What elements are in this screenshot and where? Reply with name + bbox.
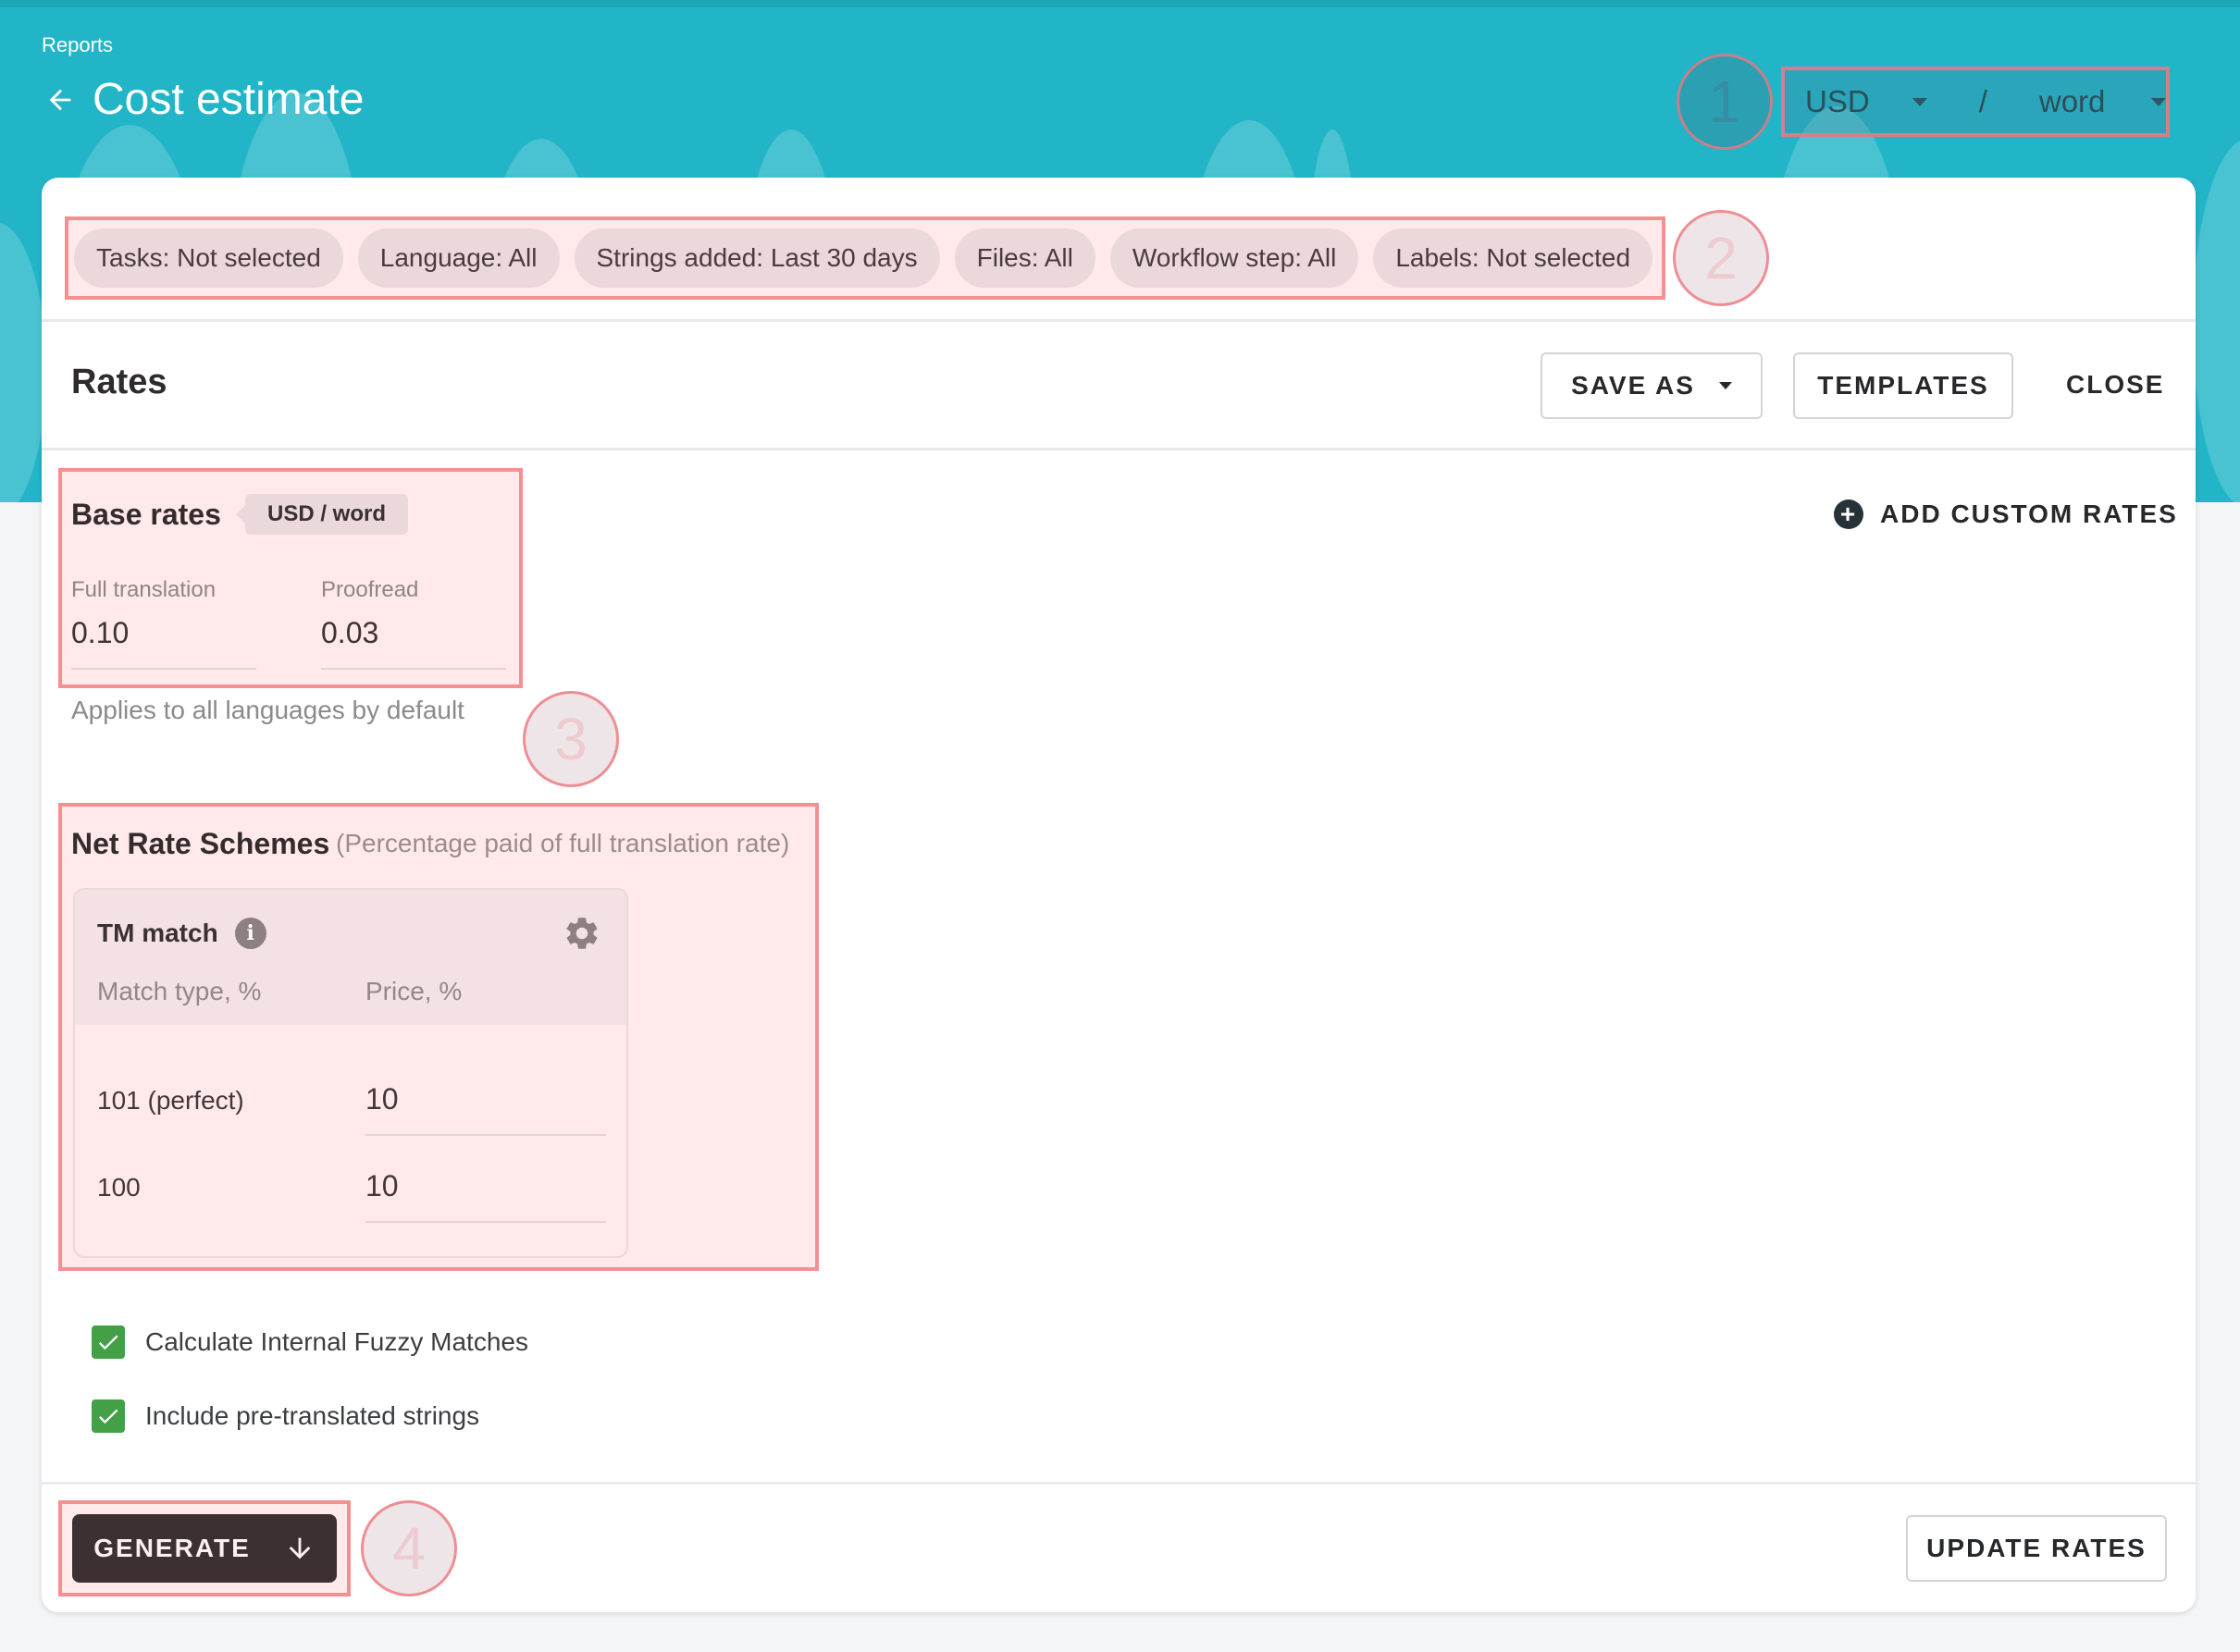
footer-divider	[42, 1482, 2196, 1485]
annotation-marker-4: 4	[361, 1500, 457, 1597]
filter-chip-language[interactable]: Language: All	[357, 228, 560, 288]
tm-match-card: TM match i Match type, % Price, % 101 (p…	[73, 888, 628, 1258]
price-input[interactable]: 10	[365, 1169, 399, 1203]
unit-select[interactable]: word	[2039, 84, 2167, 119]
full-translation-label: Full translation	[71, 577, 217, 602]
base-rates-unit-tag: USD / word	[235, 494, 409, 535]
save-as-label: SAVE AS	[1571, 371, 1695, 400]
generate-button[interactable]: GENERATE	[72, 1514, 337, 1583]
option-include-pre-translated[interactable]: Include pre-translated strings	[92, 1399, 479, 1433]
proofread-underline	[321, 668, 506, 670]
option-label: Include pre-translated strings	[145, 1401, 480, 1430]
col-header-match-type: Match type, %	[97, 977, 262, 1005]
checkbox-checked-icon[interactable]	[92, 1325, 125, 1359]
page-title: Cost estimate	[44, 74, 364, 125]
price-underline	[365, 1221, 606, 1223]
tm-match-title: TM match i	[97, 918, 266, 949]
divider	[42, 448, 2196, 450]
unit-separator: /	[1978, 84, 1987, 118]
filter-chip-workflow-step[interactable]: Workflow step: All	[1109, 228, 1359, 288]
net-rate-schemes-section: Net Rate Schemes (Percentage paid of ful…	[58, 803, 819, 1271]
close-button[interactable]: CLOSE	[2066, 370, 2164, 400]
option-internal-fuzzy-matches[interactable]: Calculate Internal Fuzzy Matches	[92, 1325, 528, 1359]
currency-value: USD	[1805, 84, 1870, 118]
tm-match-title-text: TM match	[97, 918, 218, 947]
filter-chip-tasks[interactable]: Tasks: Not selected	[74, 228, 343, 288]
option-label: Calculate Internal Fuzzy Matches	[145, 1327, 528, 1356]
filter-bar: Tasks: Not selected Language: All String…	[65, 216, 1665, 300]
annotation-marker-2: 2	[1673, 210, 1769, 306]
col-header-price: Price, %	[365, 977, 463, 1005]
arrow-down-icon	[289, 1537, 311, 1560]
annotation-marker-3: 3	[523, 691, 619, 787]
chevron-down-icon	[2151, 97, 2167, 106]
net-rate-subtitle: (Percentage paid of full translation rat…	[336, 829, 790, 857]
bg-wave	[2193, 139, 2240, 502]
base-rates-section: Base rates USD / word Full translation 0…	[58, 468, 523, 688]
filter-chip-strings-added[interactable]: Strings added: Last 30 days	[574, 228, 940, 288]
add-custom-rates-button[interactable]: + ADD CUSTOM RATES	[1834, 499, 2178, 529]
proofread-input[interactable]: 0.03	[321, 616, 378, 650]
price-underline	[365, 1134, 606, 1136]
base-rates-title: Base rates	[71, 498, 221, 531]
header-topline	[0, 0, 2240, 7]
bg-wave	[0, 222, 46, 502]
rates-title: Rates	[71, 363, 167, 401]
generate-label: GENERATE	[93, 1534, 251, 1562]
add-custom-rates-label: ADD CUSTOM RATES	[1880, 499, 2178, 528]
update-rates-button[interactable]: UPDATE RATES	[1906, 1515, 2167, 1582]
match-type-cell: 101 (perfect)	[97, 1086, 244, 1115]
save-as-button[interactable]: SAVE AS	[1541, 352, 1763, 419]
divider	[42, 319, 2196, 322]
generate-highlight: GENERATE	[58, 1500, 351, 1597]
info-icon[interactable]: i	[234, 918, 266, 949]
templates-button[interactable]: TEMPLATES	[1793, 352, 2013, 419]
filter-chip-labels[interactable]: Labels: Not selected	[1373, 228, 1653, 288]
checkbox-checked-icon[interactable]	[92, 1399, 125, 1433]
gear-icon[interactable]	[563, 914, 601, 957]
match-type-cell: 100	[97, 1173, 141, 1202]
price-input[interactable]: 10	[365, 1082, 399, 1116]
rate-unit-selector: USD / word	[1781, 67, 2170, 137]
net-rate-title: Net Rate Schemes	[71, 827, 330, 860]
base-rates-helper: Applies to all languages by default	[71, 696, 464, 724]
currency-select[interactable]: USD	[1805, 84, 1927, 119]
annotation-marker-1: 1	[1677, 54, 1773, 150]
plus-circle-icon: +	[1834, 499, 1863, 529]
breadcrumb[interactable]: Reports	[42, 33, 113, 57]
cost-estimate-card: Tasks: Not selected Language: All String…	[42, 178, 2196, 1612]
unit-value: word	[2038, 84, 2106, 118]
filter-chip-files[interactable]: Files: All	[954, 228, 1095, 288]
proofread-label: Proofread	[321, 577, 419, 602]
back-arrow-icon[interactable]	[44, 84, 76, 116]
chevron-down-icon	[1912, 97, 1927, 106]
chevron-down-icon	[1718, 382, 1732, 389]
full-translation-input[interactable]: 0.10	[71, 616, 129, 650]
page-title-text: Cost estimate	[93, 75, 365, 124]
full-translation-underline	[71, 668, 256, 670]
